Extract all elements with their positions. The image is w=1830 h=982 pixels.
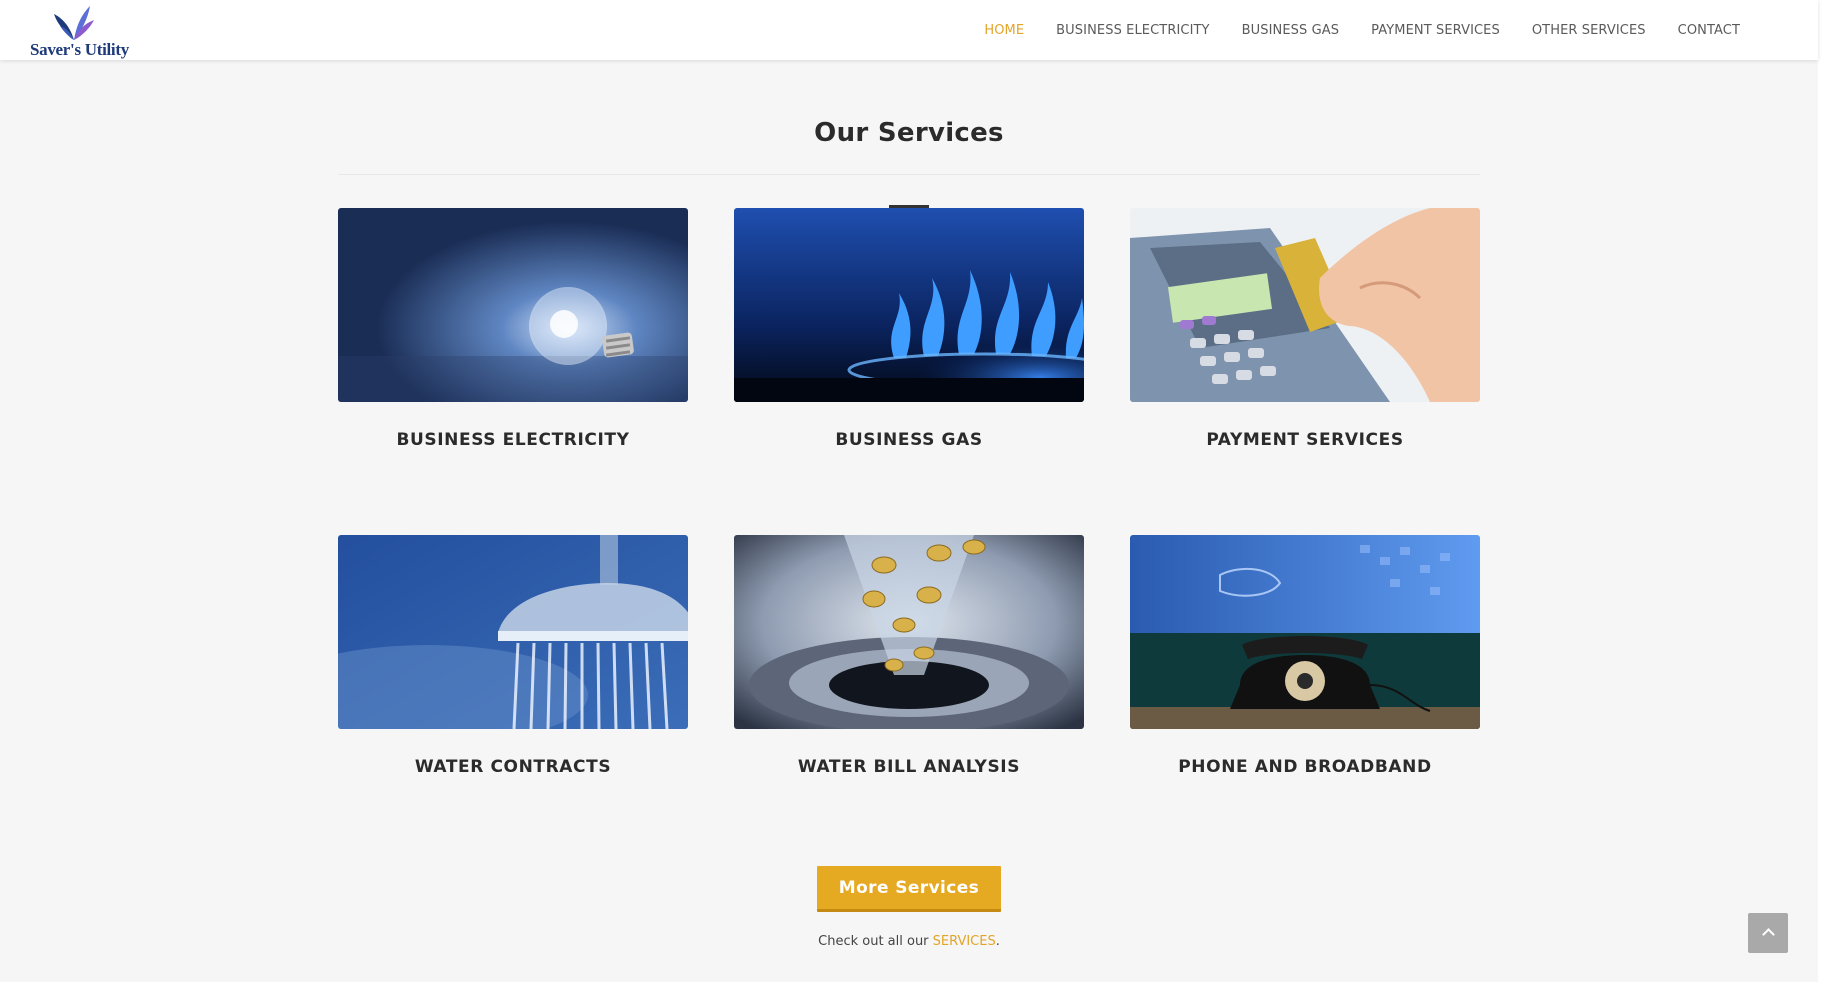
scrollbar-gutter — [1818, 0, 1830, 982]
caption-suffix: . — [995, 934, 1000, 949]
card-title[interactable]: BUSINESS ELECTRICITY — [338, 430, 688, 450]
card-title[interactable]: WATER BILL ANALYSIS — [734, 757, 1084, 777]
card-title[interactable]: PAYMENT SERVICES — [1130, 430, 1480, 450]
nav-item-other-services[interactable]: OTHER SERVICES — [1532, 23, 1646, 38]
nav-item-business-electricity[interactable]: BUSINESS ELECTRICITY — [1056, 23, 1209, 38]
site-header: Saver's Utility HOME BUSINESS ELECTRICIT… — [0, 0, 1818, 60]
nav-item-contact[interactable]: CONTACT — [1678, 23, 1740, 38]
more-services-button[interactable]: More Services — [817, 866, 1001, 912]
caption-prefix: Check out all our — [818, 934, 933, 949]
coins-drain-image[interactable] — [734, 535, 1084, 729]
divider-accent — [889, 205, 929, 208]
logo-text: Saver's Utility — [30, 40, 129, 59]
browser-viewport: Saver's Utility HOME BUSINESS ELECTRICIT… — [0, 0, 1830, 982]
gas-flame-image[interactable] — [734, 208, 1084, 402]
section-title: Our Services — [814, 118, 1004, 148]
back-to-top-button[interactable] — [1748, 913, 1788, 953]
site-logo[interactable]: Saver's Utility — [28, 4, 129, 59]
nav-item-home[interactable]: HOME — [984, 23, 1024, 38]
section-divider — [338, 174, 1480, 175]
rotary-phone-image[interactable] — [1130, 535, 1480, 729]
main-nav: HOME BUSINESS ELECTRICITY BUSINESS GAS P… — [952, 0, 1740, 60]
card-title[interactable]: PHONE AND BROADBAND — [1130, 757, 1480, 777]
card-terminal-image[interactable] — [1130, 208, 1480, 402]
page: Saver's Utility HOME BUSINESS ELECTRICIT… — [0, 0, 1818, 982]
nav-item-payment-services[interactable]: PAYMENT SERVICES — [1371, 23, 1500, 38]
light-bulb-image[interactable] — [338, 208, 688, 402]
chevron-up-icon — [1762, 928, 1775, 941]
nav-item-business-gas[interactable]: BUSINESS GAS — [1242, 23, 1340, 38]
services-link[interactable]: SERVICES — [933, 934, 996, 949]
services-caption: Check out all our SERVICES. — [338, 934, 1480, 949]
card-title[interactable]: BUSINESS GAS — [734, 430, 1084, 450]
butterfly-logo-icon — [54, 6, 94, 40]
shower-head-image[interactable] — [338, 535, 688, 729]
card-title[interactable]: WATER CONTRACTS — [338, 757, 688, 777]
